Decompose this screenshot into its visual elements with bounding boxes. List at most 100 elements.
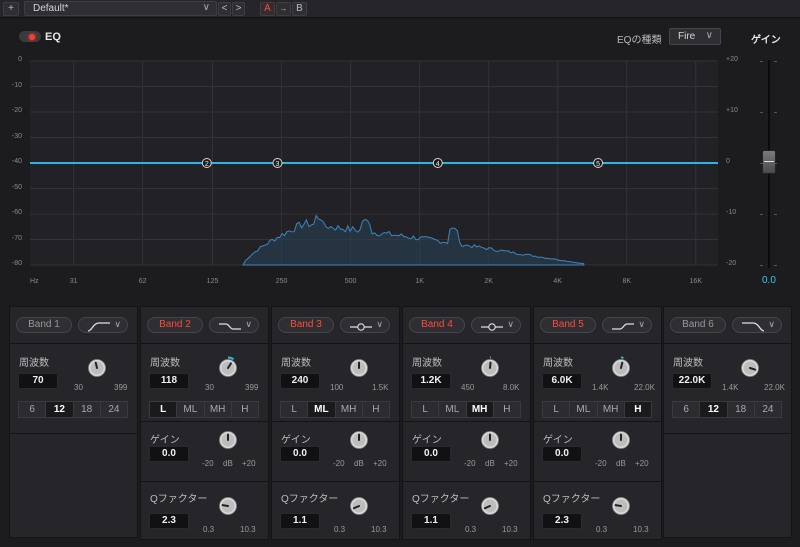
selector-option[interactable]: ML bbox=[308, 402, 336, 417]
selector-option[interactable]: 18 bbox=[728, 402, 755, 417]
selector-option[interactable]: ML bbox=[177, 402, 205, 417]
selector-option[interactable]: 6 bbox=[19, 402, 47, 417]
gain-knob[interactable] bbox=[478, 428, 502, 455]
db-axis-label: -60 bbox=[11, 209, 22, 216]
filter-shape-dropdown[interactable]: ∨ bbox=[732, 317, 782, 333]
eq-type-dropdown[interactable]: Fire ∨ bbox=[669, 28, 721, 45]
frequency-label: 周波数 bbox=[281, 358, 311, 369]
selector-option[interactable]: H bbox=[232, 402, 258, 417]
selector-option[interactable]: L bbox=[412, 402, 440, 417]
frequency-value[interactable]: 1.2K bbox=[411, 373, 451, 389]
band-enable-button[interactable]: Band 6 bbox=[670, 317, 726, 333]
prev-preset-button[interactable]: < bbox=[218, 2, 231, 16]
selector-option[interactable]: H bbox=[363, 402, 389, 417]
selector-option[interactable]: 6 bbox=[673, 402, 701, 417]
frequency-min-label: 450 bbox=[461, 383, 475, 392]
eq-type-label: EQの種類 bbox=[617, 35, 662, 46]
q-factor-value[interactable]: 1.1 bbox=[411, 513, 451, 529]
frequency-value[interactable]: 6.0K bbox=[542, 373, 582, 389]
preset-dropdown[interactable]: Default* ∨ bbox=[24, 1, 217, 16]
eq-graph[interactable]: 2 3 4 5 0 -10 -20 -30 -40 -50 -60 -70 -80 +20 +10 0 -10… bbox=[0, 52, 800, 292]
frequency-value[interactable]: 118 bbox=[149, 373, 189, 389]
selector-option[interactable]: MH bbox=[336, 402, 363, 417]
compare-a-button[interactable]: A bbox=[260, 2, 275, 16]
gain-fader-value: 0.0 bbox=[762, 275, 776, 286]
frequency-section: 周波数 6.0K 1.4K 22.0K L ML MH H bbox=[534, 343, 661, 421]
selector-buttons: 6 12 18 24 bbox=[18, 401, 128, 418]
frequency-knob[interactable] bbox=[478, 356, 502, 383]
selector-option[interactable]: 18 bbox=[74, 402, 101, 417]
add-button[interactable]: + bbox=[3, 2, 19, 16]
frequency-value[interactable]: 70 bbox=[18, 373, 58, 389]
selector-option[interactable]: MH bbox=[466, 402, 494, 417]
frequency-value[interactable]: 22.0K bbox=[672, 373, 712, 389]
gain-axis-label: -20 bbox=[726, 260, 737, 267]
selector-option[interactable]: MH bbox=[598, 402, 625, 417]
selector-option[interactable]: ML bbox=[570, 402, 598, 417]
frequency-value[interactable]: 240 bbox=[280, 373, 320, 389]
selector-option[interactable]: MH bbox=[205, 402, 232, 417]
q-factor-min-label: 0.3 bbox=[203, 525, 215, 534]
selector-option[interactable]: 12 bbox=[700, 402, 728, 417]
selector-option[interactable]: H bbox=[624, 402, 651, 417]
gain-value[interactable]: 0.0 bbox=[411, 446, 451, 462]
gain-value[interactable]: 0.0 bbox=[149, 446, 189, 462]
bell-filter-icon bbox=[481, 323, 503, 331]
gain-fader-handle[interactable] bbox=[762, 150, 776, 174]
gain-knob[interactable] bbox=[347, 428, 371, 455]
frequency-knob[interactable] bbox=[85, 356, 109, 383]
q-factor-knob[interactable] bbox=[609, 494, 633, 521]
selector-option[interactable]: 12 bbox=[46, 402, 74, 417]
eq-node-band-2[interactable]: 2 bbox=[201, 158, 212, 169]
compare-b-button[interactable]: B bbox=[292, 2, 307, 16]
chevron-down-icon: ∨ bbox=[114, 319, 121, 329]
q-factor-knob[interactable] bbox=[347, 494, 371, 521]
selector-option[interactable]: H bbox=[494, 402, 520, 417]
gain-knob[interactable] bbox=[216, 428, 240, 455]
fader-tick bbox=[760, 265, 763, 266]
frequency-knob[interactable] bbox=[347, 356, 371, 383]
selector-option[interactable]: L bbox=[543, 402, 571, 417]
fader-tick bbox=[760, 112, 763, 113]
frequency-max-label: 8.0K bbox=[503, 383, 520, 392]
filter-shape-dropdown[interactable]: ∨ bbox=[78, 317, 128, 333]
frequency-knob[interactable] bbox=[609, 356, 633, 383]
band-enable-button[interactable]: Band 4 bbox=[409, 317, 465, 333]
gain-value[interactable]: 0.0 bbox=[542, 446, 582, 462]
gain-unit-label: dB bbox=[616, 459, 626, 468]
filter-shape-dropdown[interactable]: ∨ bbox=[602, 317, 652, 333]
selector-option[interactable]: 24 bbox=[755, 402, 781, 417]
q-factor-knob[interactable] bbox=[478, 494, 502, 521]
gain-section: ゲイン 0.0 -20 dB +20 bbox=[534, 421, 661, 481]
eq-power-toggle[interactable] bbox=[19, 31, 41, 42]
selector-option[interactable]: L bbox=[281, 402, 309, 417]
next-preset-button[interactable]: > bbox=[232, 2, 245, 16]
selector-option[interactable]: ML bbox=[439, 402, 467, 417]
copy-arrow-button[interactable]: → bbox=[276, 2, 291, 16]
selector-option[interactable]: L bbox=[150, 402, 178, 417]
q-factor-value[interactable]: 2.3 bbox=[149, 513, 189, 529]
gain-value[interactable]: 0.0 bbox=[280, 446, 320, 462]
eq-node-band-5[interactable]: 5 bbox=[593, 158, 604, 169]
q-factor-value[interactable]: 1.1 bbox=[280, 513, 320, 529]
band-enable-button[interactable]: Band 2 bbox=[147, 317, 203, 333]
eq-node-band-4[interactable]: 4 bbox=[432, 158, 443, 169]
gain-axis-label: +10 bbox=[726, 107, 738, 114]
band-enable-button[interactable]: Band 1 bbox=[16, 317, 72, 333]
q-factor-knob[interactable] bbox=[216, 494, 240, 521]
selector-option[interactable]: 24 bbox=[101, 402, 127, 417]
frequency-max-label: 399 bbox=[245, 383, 259, 392]
band-enable-button[interactable]: Band 3 bbox=[278, 317, 334, 333]
band-enable-button[interactable]: Band 5 bbox=[540, 317, 596, 333]
eq-node-label: 2 bbox=[205, 161, 209, 168]
filter-shape-dropdown[interactable]: ∨ bbox=[471, 317, 521, 333]
eq-node-band-3[interactable]: 3 bbox=[272, 158, 283, 169]
filter-shape-dropdown[interactable]: ∨ bbox=[340, 317, 390, 333]
q-factor-value[interactable]: 2.3 bbox=[542, 513, 582, 529]
eq-graph-canvas[interactable]: 2 3 4 5 bbox=[0, 52, 800, 292]
frequency-max-label: 22.0K bbox=[634, 383, 655, 392]
frequency-knob[interactable] bbox=[216, 356, 240, 383]
frequency-knob[interactable] bbox=[738, 356, 762, 383]
filter-shape-dropdown[interactable]: ∨ bbox=[209, 317, 259, 333]
gain-knob[interactable] bbox=[609, 428, 633, 455]
